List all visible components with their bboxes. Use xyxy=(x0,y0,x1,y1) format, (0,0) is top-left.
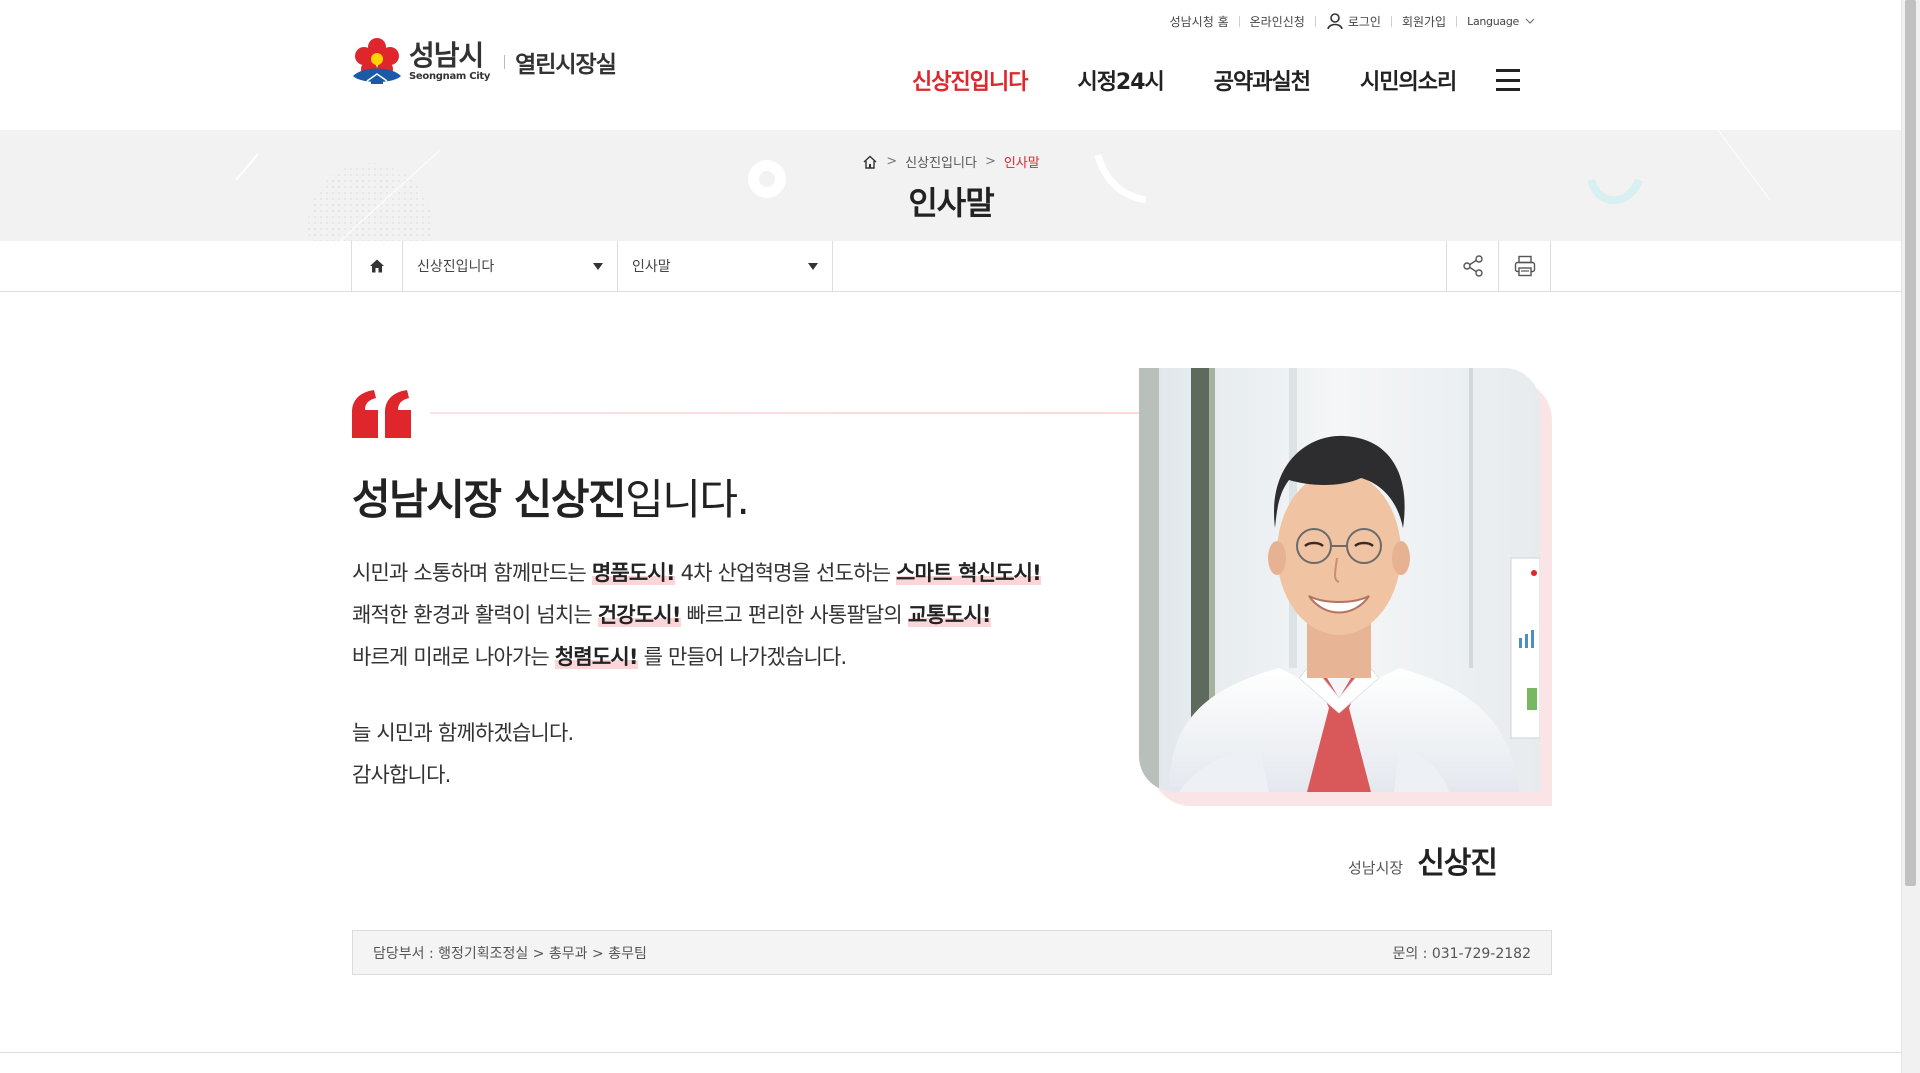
logo-text: 성남시 Seongnam City xyxy=(409,42,490,82)
divider xyxy=(1390,15,1392,27)
signature-name: 신상진 xyxy=(1417,846,1498,881)
depth2-select[interactable]: 인사말 xyxy=(618,241,833,291)
department-label: 담당부서 : 행정기획조정실 > 총무과 > 총무팀 xyxy=(373,945,647,962)
divider xyxy=(1238,15,1240,27)
breadcrumb-separator: > xyxy=(984,154,996,169)
greeting-text: 빠르고 편리한 사통팔달의 xyxy=(680,603,908,627)
greeting-text: 쾌적한 환경과 활력이 넘치는 xyxy=(352,603,598,627)
home-icon[interactable] xyxy=(862,154,878,170)
closing-line: 늘 시민과 함께하겠습니다. xyxy=(352,721,574,745)
signature: 성남시장 신상진 xyxy=(1348,838,1498,882)
breadcrumb: > 신상진입니다 > 인사말 xyxy=(0,152,1902,171)
user-icon xyxy=(1327,13,1343,30)
share-button[interactable] xyxy=(1446,241,1498,291)
greeting-text: 바르게 미래로 나아가는 xyxy=(352,645,555,669)
location-spacer xyxy=(833,241,1446,291)
greeting-line: 쾌적한 환경과 활력이 넘치는 건강도시! 빠르고 편리한 사통팔달의 교통도시… xyxy=(352,594,1041,636)
footer-divider xyxy=(0,1052,1902,1053)
login-label: 로그인 xyxy=(1347,14,1381,29)
scrollbar-thumb[interactable] xyxy=(1905,0,1916,886)
utility-bar: 성남시청 홈 온라인신청 로그인 회원가입 Language xyxy=(1170,10,1535,32)
greeting-title-rest: 입니다. xyxy=(625,475,750,524)
greeting-highlight: 교통도시! xyxy=(907,603,992,627)
greeting-highlight: 명품도시! xyxy=(591,561,676,585)
nav-item-introduction[interactable]: 신상진입니다 xyxy=(912,64,1028,96)
site-logo[interactable]: 성남시 Seongnam City 열린시장실 xyxy=(351,36,617,88)
language-label: Language xyxy=(1467,14,1519,28)
depth2-select-value: 인사말 xyxy=(632,259,671,275)
join-link[interactable]: 회원가입 xyxy=(1402,13,1446,30)
greeting-title-bold: 성남시장 신상진 xyxy=(352,475,627,524)
seongnam-logo-icon xyxy=(353,38,401,84)
greeting-title: 성남시장 신상진입니다. xyxy=(352,466,750,527)
portrait-image xyxy=(1139,368,1540,792)
breadcrumb-item-introduction[interactable]: 신상진입니다 xyxy=(905,152,977,171)
online-application-link[interactable]: 온라인신청 xyxy=(1250,13,1305,30)
caret-down-icon xyxy=(808,262,818,270)
divider xyxy=(1314,15,1316,27)
quote-divider xyxy=(430,412,1140,414)
divider xyxy=(1456,15,1458,27)
home-icon xyxy=(370,259,384,273)
city-home-link[interactable]: 성남시청 홈 xyxy=(1170,13,1229,30)
breadcrumb-current: 인사말 xyxy=(1003,156,1040,171)
greeting-highlight: 청렴도시! xyxy=(554,645,638,669)
quote-mark-icon xyxy=(352,390,411,438)
share-icon xyxy=(1462,255,1483,277)
page-title: 인사말 xyxy=(908,184,994,222)
language-select[interactable]: Language xyxy=(1467,15,1535,28)
greeting-text: 를 만들어 나가겠습니다. xyxy=(637,645,848,669)
department-info: 담당부서 : 행정기획조정실 > 총무과 > 총무팀 문의 : 031-729-… xyxy=(352,930,1552,975)
page: 성남시청 홈 온라인신청 로그인 회원가입 Language 성남시 Seong… xyxy=(0,0,1902,1073)
location-home-button[interactable] xyxy=(352,241,403,291)
mayor-photo xyxy=(1139,368,1552,806)
greeting-highlight: 건강도시! xyxy=(597,603,681,627)
depth1-select-value: 신상진입니다 xyxy=(417,259,495,275)
greeting-text: 4차 산업혁명을 선도하는 xyxy=(674,561,896,585)
logo-divider xyxy=(504,55,506,69)
breadcrumb-separator: > xyxy=(886,154,898,169)
location-bar-inner: 신상진입니다 인사말 xyxy=(351,241,1551,291)
depth1-select[interactable]: 신상진입니다 xyxy=(403,241,618,291)
logo-korean: 성남시 xyxy=(409,39,484,72)
greeting-text: 시민과 소통하며 함께만드는 xyxy=(352,561,592,585)
greeting-highlight: 스마트 혁신도시! xyxy=(896,561,1042,585)
hamburger-menu-icon[interactable] xyxy=(1496,69,1521,91)
logo-english: Seongnam City xyxy=(409,71,491,82)
vertical-scrollbar[interactable] xyxy=(1901,0,1920,1073)
login-link[interactable]: 로그인 xyxy=(1326,12,1381,30)
nav-item-city-24[interactable]: 시정24시 xyxy=(1077,64,1164,96)
closing-line: 감사합니다. xyxy=(352,763,451,787)
department-contact: 문의 : 031-729-2182 xyxy=(1392,945,1531,962)
caret-down-icon xyxy=(593,262,603,270)
greeting-body: 시민과 소통하며 함께만드는 명품도시! 4차 산업혁명을 선도하는 스마트 혁… xyxy=(352,552,1042,796)
print-icon xyxy=(1514,255,1535,277)
portrait-illustration xyxy=(1139,368,1540,792)
signature-role: 성남시장 xyxy=(1348,859,1404,877)
nav-item-citizen-voice[interactable]: 시민의소리 xyxy=(1360,64,1457,96)
greeting-line: 바르게 미래로 나아가는 청렴도시! 를 만들어 나가겠습니다. xyxy=(352,636,1041,678)
site-subtitle: 열린시장실 xyxy=(515,52,617,78)
print-button[interactable] xyxy=(1498,241,1550,291)
greeting-line: 시민과 소통하며 함께만드는 명품도시! 4차 산업혁명을 선도하는 스마트 혁… xyxy=(352,552,1042,594)
location-bar: 신상진입니다 인사말 xyxy=(0,241,1902,292)
chevron-down-icon xyxy=(1525,18,1535,24)
nav-item-pledges[interactable]: 공약과실천 xyxy=(1214,64,1311,96)
main-nav: 신상진입니다 시정24시 공약과실천 시민의소리 xyxy=(912,64,1521,96)
